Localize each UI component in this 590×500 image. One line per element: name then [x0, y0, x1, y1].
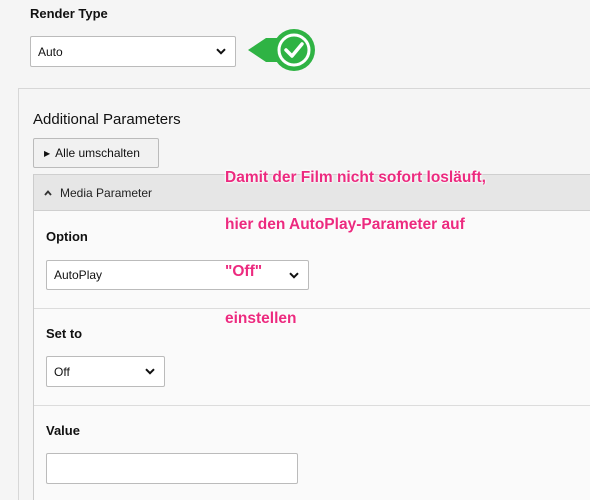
- toggle-all-button[interactable]: ▶ Alle umschalten: [33, 138, 159, 168]
- media-parameter-title: Media Parameter: [60, 185, 153, 200]
- value-input[interactable]: [46, 453, 298, 484]
- divider: [34, 405, 590, 406]
- render-type-label: Render Type: [30, 6, 108, 21]
- additional-parameters-title: Additional Parameters: [33, 111, 181, 128]
- triangle-right-icon: ▶: [44, 148, 51, 158]
- chevron-down-icon: [144, 366, 156, 378]
- check-icon: [246, 27, 324, 73]
- toggle-all-label: Alle umschalten: [55, 146, 140, 160]
- set-to-select[interactable]: Off: [46, 356, 165, 387]
- set-to-value: Off: [54, 364, 70, 379]
- annotation-text: Damit der Film nicht sofort losläuft, hi…: [225, 142, 585, 354]
- annotation-line: hier den AutoPlay-Parameter auf: [225, 215, 465, 233]
- value-label: Value: [46, 423, 80, 438]
- option-label: Option: [46, 229, 88, 244]
- render-type-select[interactable]: Auto: [30, 36, 236, 67]
- annotation-line: einstellen: [225, 309, 297, 327]
- annotation-line: "Off": [225, 262, 263, 280]
- option-value: AutoPlay: [54, 268, 103, 282]
- set-to-label: Set to: [46, 326, 83, 341]
- chevron-down-icon: [215, 46, 227, 58]
- chevron-up-icon: [44, 189, 52, 196]
- render-type-value: Auto: [38, 44, 63, 59]
- annotation-line: Damit der Film nicht sofort losläuft,: [225, 168, 486, 186]
